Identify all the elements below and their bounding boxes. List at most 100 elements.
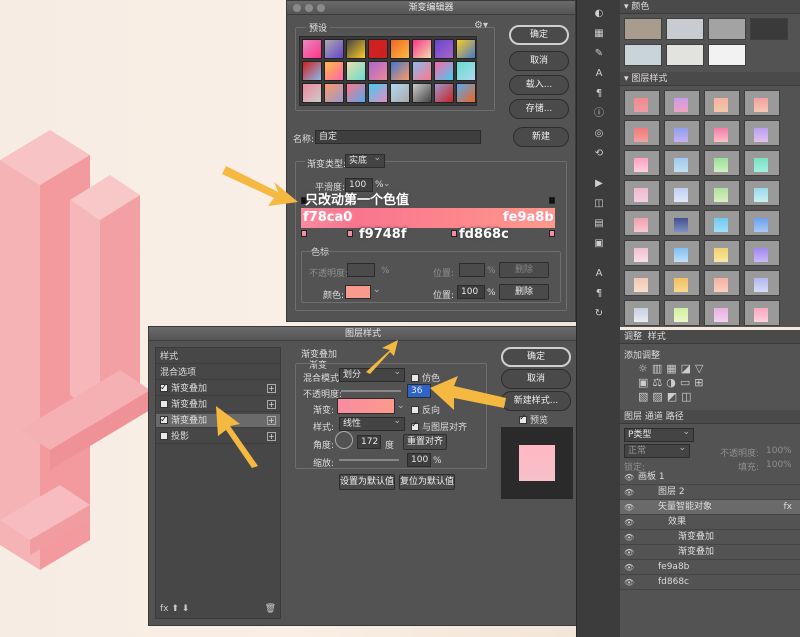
style-tile[interactable] xyxy=(704,150,740,176)
style-tile[interactable] xyxy=(704,210,740,236)
style-tile[interactable] xyxy=(624,210,660,236)
add-icon[interactable]: + xyxy=(267,384,276,393)
info-icon[interactable]: ⓘ xyxy=(584,106,614,122)
layer-row[interactable]: 👁 画板 1 xyxy=(620,470,800,485)
preset-swatch[interactable] xyxy=(368,83,388,103)
preset-swatch[interactable] xyxy=(368,61,388,81)
angle-dial[interactable] xyxy=(335,431,353,449)
layer-style-ok-button[interactable]: 确定 xyxy=(501,347,571,367)
preset-swatch[interactable] xyxy=(412,61,432,81)
layer-row[interactable]: 👁 效果 xyxy=(620,515,800,530)
style-tile[interactable] xyxy=(744,180,780,206)
preset-swatch[interactable] xyxy=(412,39,432,59)
layer-row[interactable]: 👁 fe9a8b xyxy=(620,560,800,575)
fill-value[interactable]: 100% xyxy=(766,460,792,470)
tab-styles[interactable]: 样式 xyxy=(648,332,666,342)
angle-field[interactable]: 172 xyxy=(357,435,381,449)
preset-swatch[interactable] xyxy=(390,83,410,103)
layer-row[interactable]: 👁 fd868c xyxy=(620,575,800,590)
fx-icon[interactable]: fx ⬆ ⬇ xyxy=(160,604,189,614)
style-tile[interactable] xyxy=(624,240,660,266)
preset-swatch[interactable] xyxy=(390,39,410,59)
preset-swatch[interactable] xyxy=(368,39,388,59)
style-tile[interactable] xyxy=(664,300,700,326)
eye-icon[interactable]: 👁 xyxy=(624,500,634,515)
style-tile[interactable] xyxy=(744,270,780,296)
align-checkbox[interactable]: 与图层对齐 xyxy=(411,420,467,433)
style-tile[interactable] xyxy=(664,240,700,266)
style-select[interactable]: 线性 xyxy=(339,415,405,431)
stop-location-field-2[interactable]: 100 xyxy=(457,285,485,299)
eye-icon[interactable]: 👁 xyxy=(624,530,634,545)
preset-swatch[interactable] xyxy=(456,83,476,103)
style-tile[interactable] xyxy=(704,240,740,266)
adjust-icons-row3[interactable]: ▧▨◩◫ xyxy=(638,390,696,403)
close-dot[interactable] xyxy=(293,4,301,12)
checkbox-icon[interactable] xyxy=(160,413,168,427)
swatch-tile[interactable] xyxy=(624,18,662,40)
tab-paths[interactable]: 路径 xyxy=(666,412,684,422)
eye-icon[interactable]: 👁 xyxy=(624,545,634,560)
color-stop-3[interactable] xyxy=(451,230,457,237)
add-icon[interactable]: + xyxy=(267,400,276,409)
layer-blend-select[interactable]: 正常 xyxy=(624,442,690,458)
preset-swatch[interactable] xyxy=(456,61,476,81)
save-button[interactable]: 存储... xyxy=(509,99,569,119)
fx-badge[interactable]: fx xyxy=(784,500,793,515)
swatch-tile[interactable] xyxy=(624,44,662,66)
style-tile[interactable] xyxy=(704,180,740,206)
style-tile[interactable] xyxy=(624,180,660,206)
color-stop-2[interactable] xyxy=(347,230,353,237)
zoom-dot[interactable] xyxy=(317,4,325,12)
layer-row[interactable]: 👁 图层 2 xyxy=(620,485,800,500)
type-icon[interactable]: A xyxy=(584,266,614,282)
preset-swatch[interactable] xyxy=(346,39,366,59)
layer-row[interactable]: 👁 矢量智能对象 fx xyxy=(620,500,800,515)
swatches-icon[interactable]: ▦ xyxy=(584,26,614,42)
swatch-tile[interactable] xyxy=(708,44,746,66)
swatch-tile[interactable] xyxy=(666,18,704,40)
new-button[interactable]: 新建 xyxy=(513,127,569,147)
preset-swatch[interactable] xyxy=(324,39,344,59)
style-tile[interactable] xyxy=(624,120,660,146)
style-tile[interactable] xyxy=(664,90,700,116)
style-tile[interactable] xyxy=(664,180,700,206)
styles-header[interactable]: 样式 xyxy=(156,350,280,364)
swatch-tile[interactable] xyxy=(750,18,788,40)
style-tile[interactable] xyxy=(664,120,700,146)
cancel-button[interactable]: 取消 xyxy=(509,51,569,71)
layer-row[interactable]: 👁 渐变叠加 xyxy=(620,530,800,545)
preset-swatch[interactable] xyxy=(324,83,344,103)
style-tile[interactable] xyxy=(744,120,780,146)
layer-kind-filter[interactable]: P类型 xyxy=(624,426,694,442)
style-tile[interactable] xyxy=(744,240,780,266)
layer-opacity-value[interactable]: 100% xyxy=(766,446,792,456)
delete-button[interactable]: 删除 xyxy=(499,284,549,300)
style-tile[interactable] xyxy=(624,150,660,176)
preset-swatch[interactable] xyxy=(302,83,322,103)
preset-swatch[interactable] xyxy=(346,83,366,103)
preset-swatch[interactable] xyxy=(456,39,476,59)
layers-icon[interactable]: ◫ xyxy=(584,196,614,212)
style-tile[interactable] xyxy=(744,90,780,116)
preset-swatch[interactable] xyxy=(324,61,344,81)
eye-icon[interactable]: 👁 xyxy=(624,575,634,590)
character-icon[interactable]: A xyxy=(584,66,614,82)
scale-slider[interactable] xyxy=(339,459,399,461)
style-tile[interactable] xyxy=(664,150,700,176)
color-stop-4[interactable] xyxy=(549,230,555,237)
trash-icon[interactable]: 🗑 xyxy=(265,604,276,614)
style-tile[interactable] xyxy=(664,210,700,236)
ok-button[interactable]: 确定 xyxy=(509,25,569,45)
checkbox-icon[interactable] xyxy=(160,400,168,408)
add-icon[interactable]: + xyxy=(267,432,276,441)
add-icon[interactable]: + xyxy=(267,416,276,425)
style-tile[interactable] xyxy=(624,90,660,116)
gradient-overlay-item-1[interactable]: 渐变叠加+ xyxy=(156,381,280,396)
swatch-tile[interactable] xyxy=(666,44,704,66)
name-field[interactable]: 自定 xyxy=(315,130,481,144)
eye-icon[interactable]: 👁 xyxy=(624,515,634,530)
preset-swatch[interactable] xyxy=(434,61,454,81)
paths-icon[interactable]: ▣ xyxy=(584,236,614,252)
eye-icon[interactable]: 👁 xyxy=(624,485,634,500)
